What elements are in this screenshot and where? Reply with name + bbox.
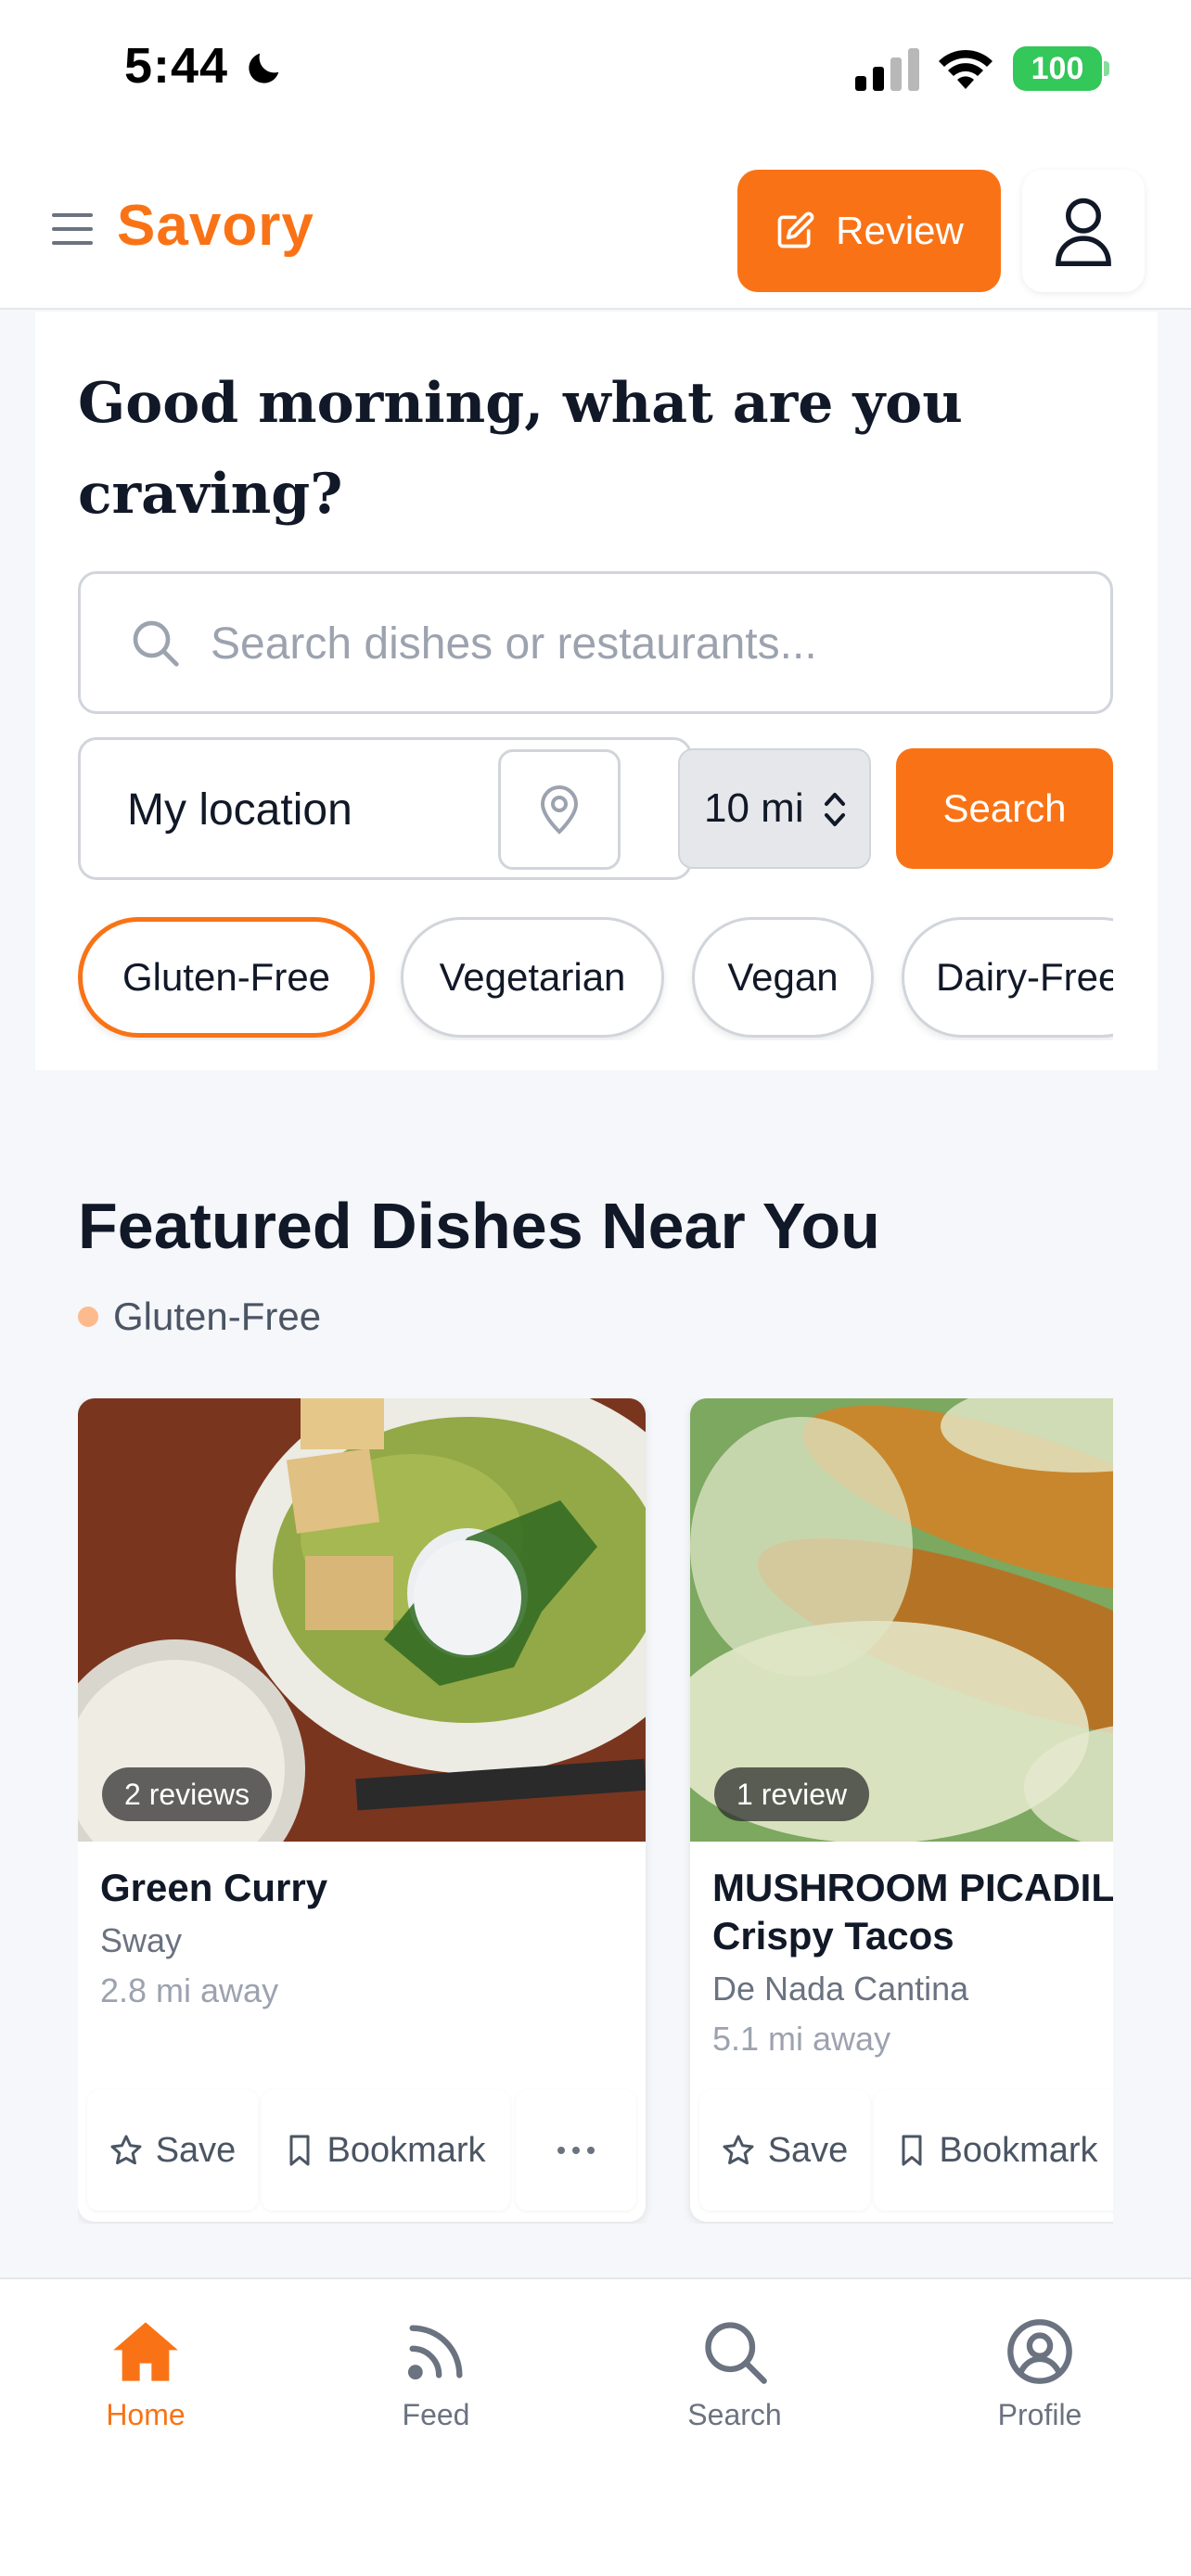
restaurant-name[interactable]: De Nada Cantina xyxy=(712,1970,968,2009)
distance-value: 10 mi xyxy=(704,785,804,831)
dish-card[interactable]: 1 review MUSHROOM PICADILLO Crispy Tacos… xyxy=(690,1398,1113,2222)
save-label: Save xyxy=(767,2130,849,2170)
tab-feed[interactable]: Feed xyxy=(343,2316,529,2446)
chevron-up-down-icon xyxy=(825,793,845,826)
save-button[interactable]: Save xyxy=(699,2090,870,2211)
app-logo[interactable]: Savory xyxy=(117,193,314,259)
chip-vegetarian[interactable]: Vegetarian xyxy=(401,917,664,1038)
save-label: Save xyxy=(155,2130,237,2170)
featured-heading: Featured Dishes Near You xyxy=(78,1190,880,1262)
star-icon xyxy=(110,2135,142,2165)
profile-icon xyxy=(1007,2319,1072,2384)
search-hero: Good morning, what are you craving? My l… xyxy=(35,312,1158,1070)
tab-feed-label: Feed xyxy=(402,2398,470,2431)
distance-text: 2.8 mi away xyxy=(100,1971,279,2009)
featured-carousel[interactable]: 2 reviews Green Curry Sway 2.8 mi away S… xyxy=(78,1398,1113,2224)
edit-icon xyxy=(777,211,814,249)
review-button-label: Review xyxy=(836,209,964,252)
bookmark-icon xyxy=(902,2135,922,2166)
moon-icon xyxy=(249,53,279,83)
location-field[interactable]: My location xyxy=(78,737,692,880)
home-icon xyxy=(113,2322,178,2381)
card-actions: Save Bookmark xyxy=(78,2090,646,2211)
bookmark-button[interactable]: Bookmark xyxy=(874,2090,1113,2211)
featured-filter-label: Gluten-Free xyxy=(113,1294,322,1338)
search-icon xyxy=(705,2322,767,2384)
diet-filter-chips: Gluten-Free Vegetarian Vegan Dairy-Free xyxy=(78,915,1113,1040)
tab-home[interactable]: Home xyxy=(53,2316,238,2446)
account-button[interactable] xyxy=(1022,170,1145,292)
distance-text: 5.1 mi away xyxy=(712,2020,891,2058)
dish-card[interactable]: 2 reviews Green Curry Sway 2.8 mi away S… xyxy=(78,1398,646,2222)
bookmark-label: Bookmark xyxy=(327,2130,486,2170)
user-icon xyxy=(1056,198,1111,266)
filter-dot xyxy=(78,1307,98,1327)
write-review-button[interactable]: Review xyxy=(737,170,1001,292)
bookmark-icon xyxy=(289,2135,310,2166)
use-location-button[interactable] xyxy=(498,749,621,870)
star-icon xyxy=(723,2135,754,2165)
tab-profile[interactable]: Profile xyxy=(947,2316,1133,2446)
featured-filter: Gluten-Free xyxy=(78,1294,321,1339)
cellular-signal-icon xyxy=(855,48,919,91)
distance-select[interactable]: 10 mi xyxy=(678,748,871,869)
dish-name[interactable]: MUSHROOM PICADILLO Crispy Tacos xyxy=(712,1864,1113,1960)
feed-icon xyxy=(407,2325,463,2380)
search-input[interactable] xyxy=(211,593,1082,695)
app-header: Savory Review xyxy=(0,148,1191,310)
menu-icon[interactable] xyxy=(52,213,93,245)
battery-indicator: 100 xyxy=(1013,46,1102,91)
battery-tip xyxy=(1104,61,1109,76)
tab-search[interactable]: Search xyxy=(642,2316,827,2446)
greeting-heading: Good morning, what are you craving? xyxy=(78,371,963,527)
bookmark-button[interactable]: Bookmark xyxy=(262,2090,510,2211)
search-icon xyxy=(133,620,179,667)
search-button[interactable]: Search xyxy=(896,748,1113,869)
wifi-icon xyxy=(939,49,992,89)
search-field[interactable] xyxy=(78,571,1113,714)
chip-gluten-free[interactable]: Gluten-Free xyxy=(78,917,375,1038)
review-count-badge: 2 reviews xyxy=(102,1767,273,1821)
tab-home-label: Home xyxy=(106,2398,186,2431)
status-bar: 5:44 100 xyxy=(0,0,1191,148)
bottom-tab-bar: Home Feed Search Profile xyxy=(0,2277,1191,2576)
tab-search-label: Search xyxy=(687,2398,782,2431)
map-pin-icon xyxy=(540,785,579,835)
restaurant-name[interactable]: Sway xyxy=(100,1921,182,1960)
dish-name[interactable]: Green Curry xyxy=(100,1864,327,1912)
review-count-badge: 1 review xyxy=(714,1767,870,1821)
more-options-button[interactable] xyxy=(516,2090,636,2211)
chip-vegan[interactable]: Vegan xyxy=(692,917,874,1038)
more-icon xyxy=(557,2147,595,2154)
status-time: 5:44 xyxy=(124,38,229,94)
save-button[interactable]: Save xyxy=(87,2090,258,2211)
location-value: My location xyxy=(127,785,352,835)
tab-profile-label: Profile xyxy=(997,2398,1082,2431)
bookmark-label: Bookmark xyxy=(939,2130,1098,2170)
card-actions: Save Bookmark xyxy=(690,2090,1113,2211)
chip-dairy-free[interactable]: Dairy-Free xyxy=(902,917,1113,1038)
